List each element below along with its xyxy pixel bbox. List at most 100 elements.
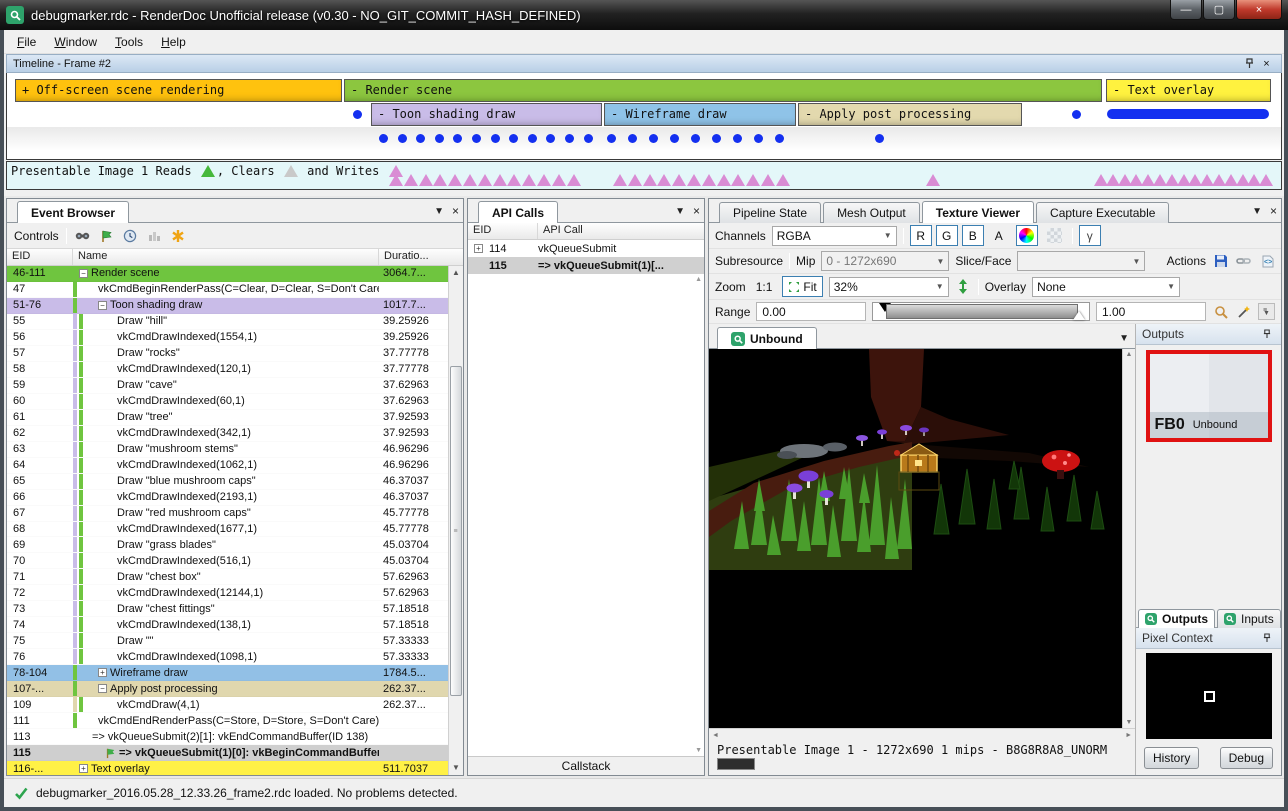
event-row[interactable]: 69 Draw "grass blades" 45.03704 [7,537,463,553]
draw-event-dot[interactable] [491,134,500,143]
event-row[interactable]: 51-76 −Toon shading draw 1017.7... [7,298,463,314]
timeline-bar[interactable]: - Render scene [344,79,1102,102]
expander-icon[interactable]: − [98,684,107,693]
expander-icon[interactable]: + [98,668,107,677]
pin-icon[interactable] [1241,55,1258,72]
event-row[interactable]: 74 vkCmdDrawIndexed(138,1) 57.18518 [7,617,463,633]
bookmark-flag-icon[interactable] [98,227,115,244]
event-row[interactable]: 60 vkCmdDrawIndexed(60,1) 37.62963 [7,394,463,410]
api-call-row[interactable]: 115 => vkQueueSubmit(1)[... [468,257,704,274]
draw-event-dot[interactable] [398,134,407,143]
timeline-bar[interactable]: - Apply post processing [798,103,1022,126]
event-row[interactable]: 78-104 +Wireframe draw 1784.5... [7,665,463,681]
pixel-context-canvas[interactable] [1146,653,1272,739]
draw-events-pill[interactable] [1107,109,1269,119]
event-row[interactable]: 58 vkCmdDrawIndexed(120,1) 37.77778 [7,362,463,378]
event-row[interactable]: 75 Draw "" 57.33333 [7,633,463,649]
callstack-section[interactable]: Callstack [468,756,704,775]
scroll-up-icon[interactable]: ▲ [452,266,460,280]
api-call-row[interactable]: +114 vkQueueSubmit [468,240,704,257]
history-button[interactable]: History [1144,747,1199,769]
texture-horizontal-scrollbar[interactable]: ◄► [709,728,1135,741]
tab-api-calls[interactable]: API Calls [478,201,558,223]
event-row[interactable]: 115 => vkQueueSubmit(1)[0]: vkBeginComma… [7,745,463,761]
texture-vertical-scrollbar[interactable]: ▲▼ [1122,349,1135,728]
event-row[interactable]: 47 vkCmdBeginRenderPass(C=Clear, D=Clear… [7,282,463,298]
event-row[interactable]: 71 Draw "chest box" 57.62963 [7,569,463,585]
channel-r-button[interactable]: R [910,225,932,246]
debug-button[interactable]: Debug [1220,747,1273,769]
channel-a-button[interactable]: A [988,225,1010,246]
timeline-bar[interactable]: - Wireframe draw [604,103,796,126]
event-row[interactable]: 73 Draw "chest fittings" 57.18518 [7,601,463,617]
event-row[interactable]: 61 Draw "tree" 37.92593 [7,410,463,426]
tab-outputs[interactable]: Outputs [1138,609,1215,628]
fb0-thumbnail[interactable]: FB0 Unbound [1146,350,1272,442]
menu-window[interactable]: Window [45,32,106,52]
draw-event-dot[interactable] [607,134,616,143]
overflow-icon[interactable]: ≡▼ [1258,303,1275,320]
maximize-button[interactable]: ▢ [1203,0,1235,20]
draw-event-dot[interactable] [379,134,388,143]
gamma-button[interactable]: γ [1079,225,1101,246]
draw-event-dot[interactable] [875,134,884,143]
minimize-button[interactable]: — [1170,0,1202,20]
event-list-scrollbar[interactable]: ▲ ≡ ▼ [448,266,463,775]
panel-menu-icon[interactable]: ▼ [675,206,685,217]
expander-icon[interactable]: − [98,301,107,310]
close-button[interactable]: × [1236,0,1282,20]
panel-close-icon[interactable]: × [693,204,700,218]
draw-event-dot[interactable] [472,134,481,143]
event-row[interactable]: 76 vkCmdDrawIndexed(1098,1) 57.33333 [7,649,463,665]
texture-canvas[interactable]: ▲▼ [709,349,1135,728]
draw-event-dot[interactable] [435,134,444,143]
tab-capture-executable[interactable]: Capture Executable [1036,202,1169,223]
event-row[interactable]: 46-111 −Render scene 3064.7... [7,266,463,282]
pin-icon[interactable] [1258,326,1275,343]
event-row[interactable]: 65 Draw "blue mushroom caps" 46.37037 [7,474,463,490]
tab-texture-viewer[interactable]: Texture Viewer [922,201,1034,223]
open-code-icon[interactable]: <> [1258,253,1275,270]
range-slider[interactable] [872,302,1090,321]
tab-unbound-texture[interactable]: Unbound [717,327,817,349]
event-row[interactable]: 109 vkCmdDraw(4,1) 262.37... [7,697,463,713]
menu-tools[interactable]: Tools [106,32,152,52]
event-row[interactable]: 57 Draw "rocks" 37.77778 [7,346,463,362]
zoom-1to1-button[interactable]: 1:1 [752,280,777,294]
tab-mesh-output[interactable]: Mesh Output [823,202,920,223]
channel-g-button[interactable]: G [936,225,958,246]
channels-select[interactable]: RGBA▼ [772,226,897,246]
time-icon[interactable] [122,227,139,244]
range-white-marker[interactable] [1073,311,1085,320]
mip-select[interactable]: 0 - 1272x690▼ [821,251,949,271]
draw-event-dot[interactable] [691,134,700,143]
expander-icon[interactable]: + [474,244,483,253]
event-row[interactable]: 116-... +Text overlay 511.7037 [7,761,463,775]
expander-icon[interactable]: + [79,764,88,773]
close-icon[interactable]: × [1258,55,1275,72]
panel-close-icon[interactable]: × [1270,204,1277,218]
event-row[interactable]: 68 vkCmdDrawIndexed(1677,1) 45.77778 [7,522,463,538]
zoom-select[interactable]: 32%▼ [829,277,949,297]
timeline-bar[interactable]: + Off-screen scene rendering [15,79,342,102]
scroll-down-icon[interactable]: ▼ [452,761,460,775]
find-icon[interactable] [74,227,91,244]
event-row[interactable]: 56 vkCmdDrawIndexed(1554,1) 39.25926 [7,330,463,346]
autofit-wand-icon[interactable] [1235,303,1252,320]
pin-icon[interactable] [1258,630,1275,647]
draw-event-dot[interactable] [649,134,658,143]
channel-b-button[interactable]: B [962,225,984,246]
draw-event-dot[interactable] [670,134,679,143]
event-row[interactable]: 66 vkCmdDrawIndexed(2193,1) 46.37037 [7,490,463,506]
event-row[interactable]: 59 Draw "cave" 37.62963 [7,378,463,394]
draw-event-dot[interactable] [353,110,362,119]
draw-event-dot[interactable] [628,134,637,143]
colorwheel-button[interactable] [1016,225,1038,246]
sliceface-select[interactable]: ▼ [1017,251,1145,271]
draw-event-dot[interactable] [775,134,784,143]
fit-button[interactable]: Fit [782,276,822,297]
zoom-range-icon[interactable] [1212,303,1229,320]
draw-event-dot[interactable] [1072,110,1081,119]
event-row[interactable]: 107-... −Apply post processing 262.37... [7,681,463,697]
panel-menu-icon[interactable]: ▼ [1252,206,1262,217]
